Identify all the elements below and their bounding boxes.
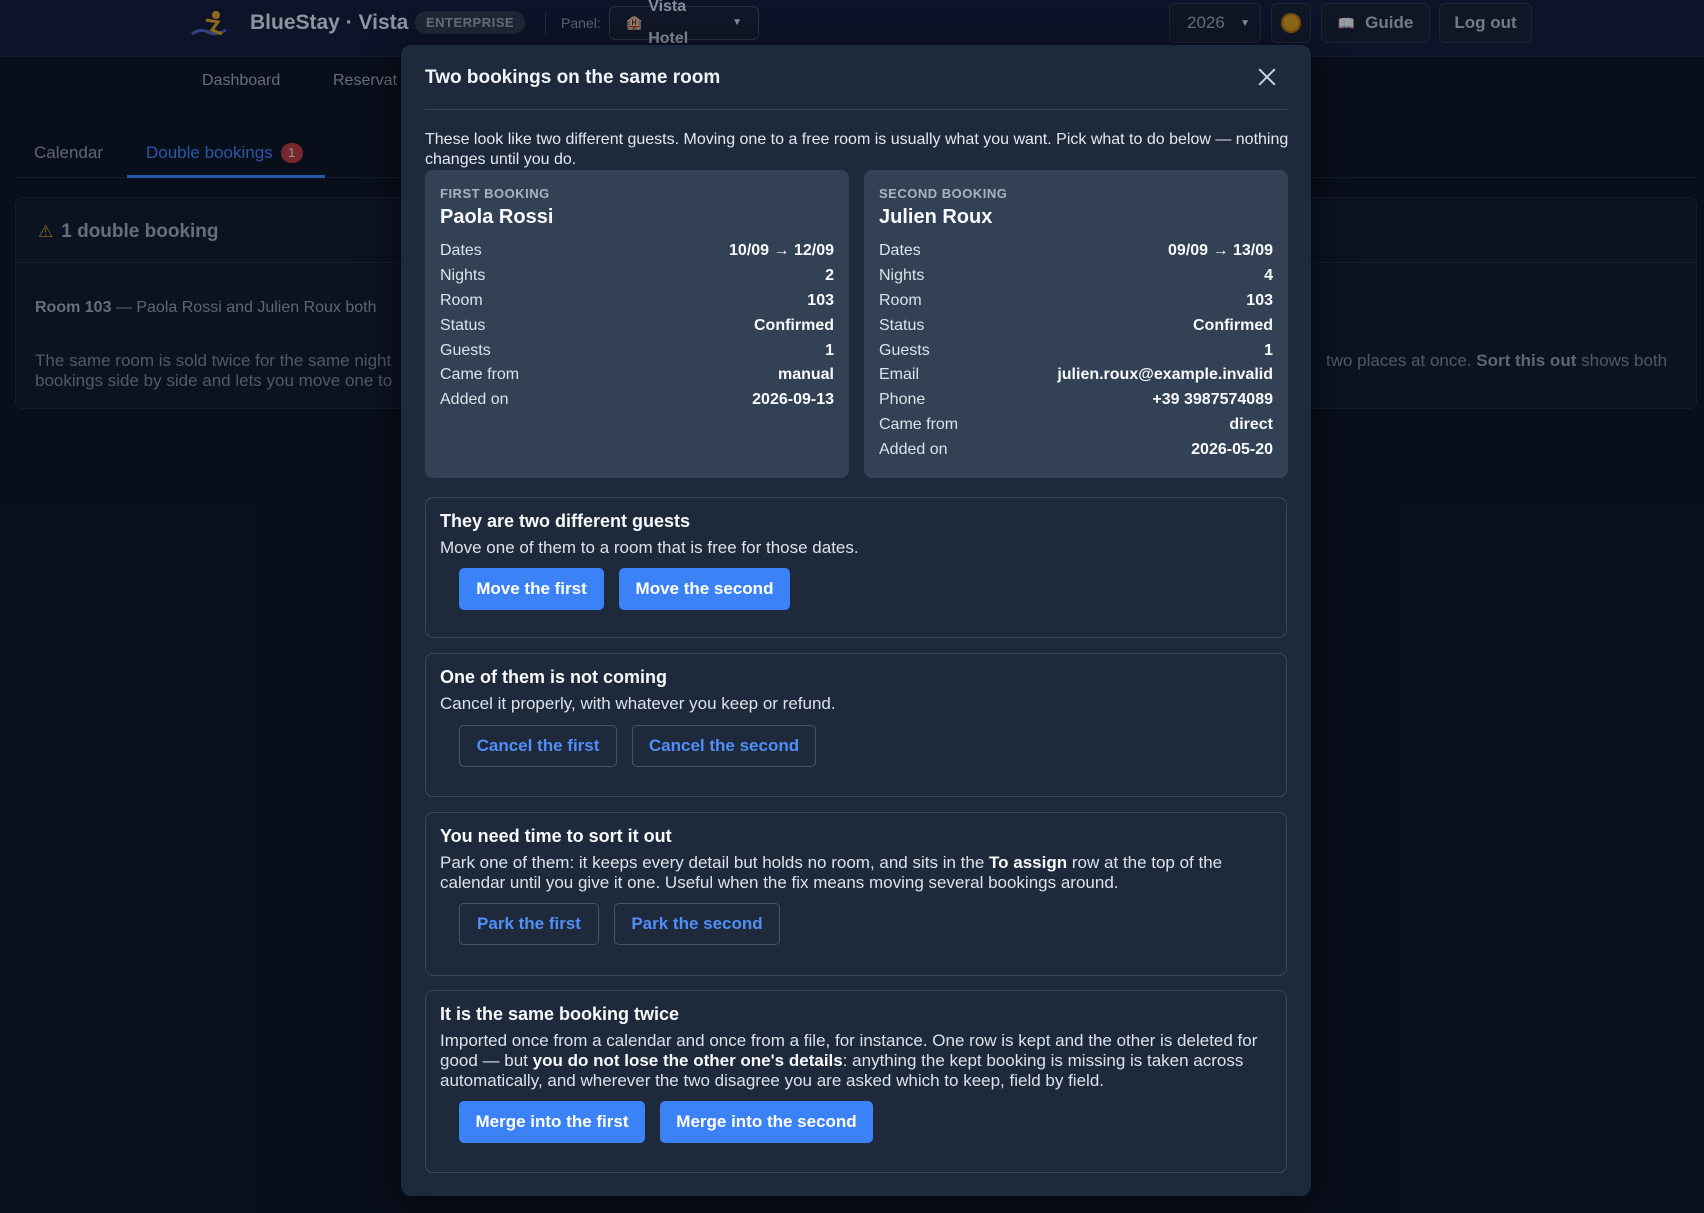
option-description: Move one of them to a room that is free …: [440, 538, 859, 557]
option-description: Imported once from a calendar and once f…: [440, 1031, 1276, 1091]
modal-intro: These look like two different guests. Mo…: [425, 131, 1289, 168]
desc-text: Park one of them: it keeps every detail …: [440, 853, 985, 872]
detail-row: Guests 1: [440, 342, 834, 367]
detail-label: Guests: [440, 341, 491, 359]
merge-into-first-button[interactable]: Merge into the first: [459, 1101, 645, 1143]
booking-details: Dates 09/09 → 13/09 Nights 4 Room 103 Status Co…: [879, 242, 1273, 466]
detail-value: Confirmed: [1193, 316, 1273, 334]
detail-label: Added on: [440, 391, 509, 409]
detail-label: Room: [879, 291, 922, 309]
double-booking-modal: Two bookings on the same room These look…: [401, 45, 1311, 1196]
detail-label: Status: [879, 316, 925, 334]
detail-row: Added on 2026-09-13: [440, 391, 834, 416]
detail-value: 10/09 → 12/09: [729, 242, 834, 259]
detail-row: Email julien.roux@example.invalid: [879, 366, 1273, 391]
detail-value: 1: [1264, 341, 1273, 359]
detail-row: Phone +39 3987574089: [879, 391, 1273, 416]
park-second-button[interactable]: Park the second: [614, 903, 780, 945]
option-title: They are two different guests: [440, 511, 691, 531]
detail-row: Status Confirmed: [879, 317, 1273, 342]
detail-row: Guests 1: [879, 342, 1273, 367]
detail-value: 103: [807, 291, 834, 309]
first-booking-card: FIRST BOOKING Paola Rossi Dates 10/09 → 1…: [425, 170, 849, 478]
detail-row: Room 103: [879, 292, 1273, 317]
booking-details: Dates 10/09 → 12/09 Nights 2 Room 103 Status Co…: [440, 242, 834, 416]
detail-label: Nights: [879, 266, 925, 284]
option-same-booking: It is the same booking twice Imported on…: [425, 990, 1287, 1173]
detail-row: Status Confirmed: [440, 317, 834, 342]
booking-card-label: SECOND BOOKING: [879, 186, 1008, 201]
option-title: One of them is not coming: [440, 667, 668, 687]
detail-row: Nights 2: [440, 267, 834, 292]
desc-emphasis: you do not lose the other one's details: [532, 1051, 843, 1070]
detail-row: Room 103: [440, 292, 834, 317]
detail-value: 1: [825, 341, 834, 359]
detail-row: Dates 09/09 → 13/09: [879, 242, 1273, 267]
detail-row: Came from manual: [440, 366, 834, 391]
modal-title: Two bookings on the same room: [425, 67, 721, 88]
option-need-time: You need time to sort it out Park one of…: [425, 812, 1287, 976]
detail-value: 09/09 → 13/09: [1168, 242, 1273, 259]
detail-label: Phone: [879, 391, 926, 409]
detail-label: Dates: [440, 242, 482, 259]
divider: [425, 109, 1287, 110]
detail-value: direct: [1229, 416, 1273, 434]
option-title: It is the same booking twice: [440, 1004, 680, 1024]
park-first-button[interactable]: Park the first: [459, 903, 599, 945]
detail-label: Status: [440, 316, 486, 334]
detail-value: 2026-05-20: [1191, 441, 1273, 459]
detail-row: Added on 2026-05-20: [879, 441, 1273, 466]
option-different-guests: They are two different guests Move one o…: [425, 497, 1287, 638]
detail-value: Confirmed: [754, 316, 834, 334]
detail-row: Came from direct: [879, 416, 1273, 441]
detail-value: 2026-09-13: [752, 391, 834, 409]
detail-value: manual: [777, 366, 834, 384]
detail-value: 2: [825, 266, 834, 284]
detail-label: Email: [879, 366, 920, 384]
detail-label: Came from: [440, 366, 520, 384]
option-not-coming: One of them is not coming Cancel it prop…: [425, 653, 1287, 797]
close-icon[interactable]: [1255, 65, 1279, 89]
detail-row: Nights 4: [879, 267, 1273, 292]
detail-label: Dates: [879, 242, 921, 259]
detail-value: julien.roux@example.invalid: [1057, 366, 1273, 384]
move-first-button[interactable]: Move the first: [459, 568, 604, 610]
merge-into-second-button[interactable]: Merge into the second: [660, 1101, 873, 1143]
detail-label: Added on: [879, 441, 948, 459]
cancel-second-button[interactable]: Cancel the second: [632, 725, 816, 767]
guest-name: Paola Rossi: [440, 206, 554, 228]
desc-emphasis: To assign: [989, 853, 1068, 872]
option-description: Park one of them: it keeps every detail …: [440, 853, 1276, 893]
detail-value: 4: [1264, 266, 1273, 284]
cancel-first-button[interactable]: Cancel the first: [459, 725, 617, 767]
option-description: Cancel it properly, with whatever you ke…: [440, 694, 836, 713]
detail-value: +39 3987574089: [1152, 391, 1273, 409]
booking-card-label: FIRST BOOKING: [440, 186, 550, 201]
detail-value: 103: [1246, 291, 1273, 309]
second-booking-card: SECOND BOOKING Julien Roux Dates 09/09 → …: [864, 170, 1288, 478]
detail-label: Room: [440, 291, 483, 309]
option-title: You need time to sort it out: [440, 826, 672, 846]
detail-label: Nights: [440, 266, 486, 284]
move-second-button[interactable]: Move the second: [619, 568, 790, 610]
detail-label: Came from: [879, 416, 959, 434]
detail-label: Guests: [879, 341, 930, 359]
detail-row: Dates 10/09 → 12/09: [440, 242, 834, 267]
guest-name: Julien Roux: [879, 206, 993, 228]
